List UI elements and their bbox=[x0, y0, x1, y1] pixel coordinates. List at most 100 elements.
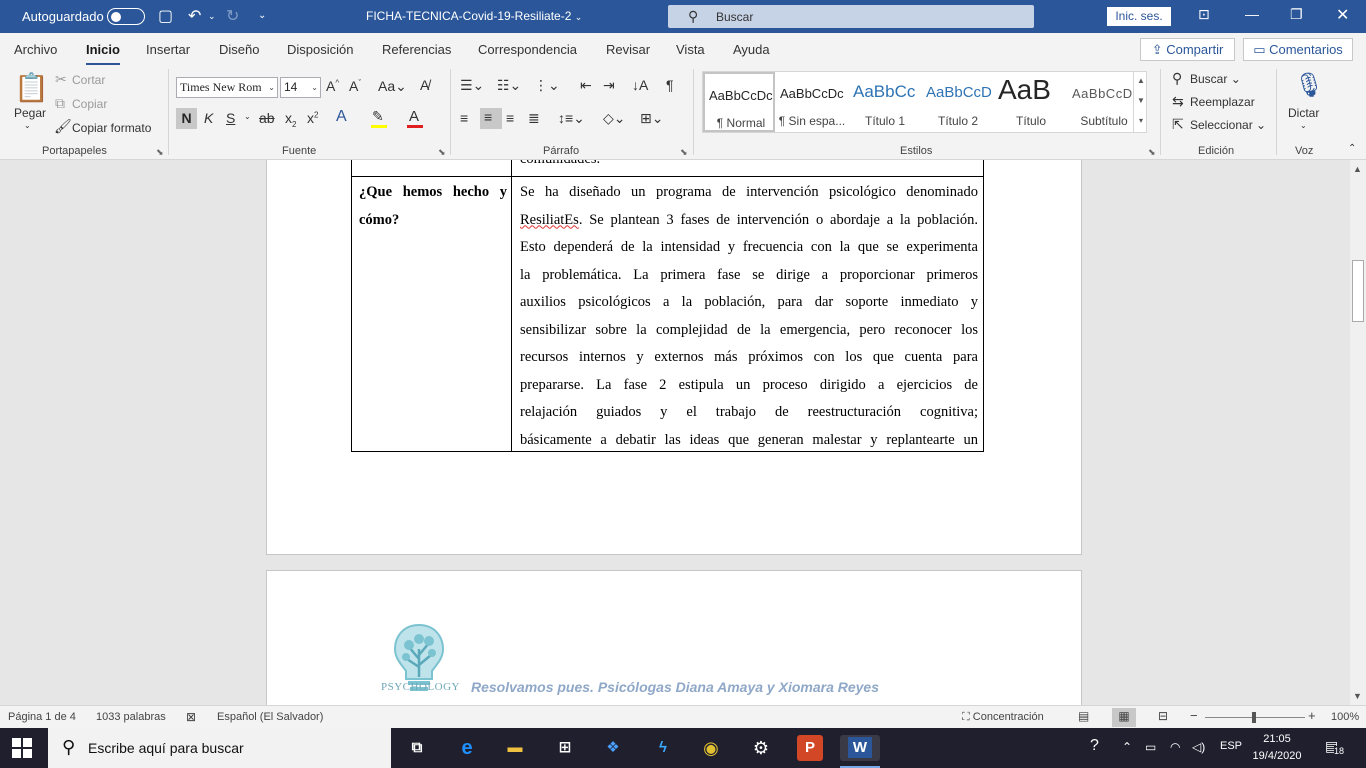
store-icon[interactable]: ⊞ bbox=[552, 735, 578, 761]
superscript-icon[interactable]: x2 bbox=[307, 110, 318, 126]
focus-mode-button[interactable]: ⛶ Concentración bbox=[962, 711, 1044, 724]
underline-icon[interactable]: S bbox=[226, 110, 235, 126]
clipboard-launcher-icon[interactable]: ⬊ bbox=[156, 147, 164, 158]
line-spacing-icon[interactable]: ↕≡⌄ bbox=[558, 110, 585, 127]
paste-dropdown-icon[interactable]: ⌄ bbox=[24, 121, 31, 130]
read-mode-icon[interactable]: ▤ bbox=[1078, 709, 1089, 723]
italic-icon[interactable]: K bbox=[204, 110, 213, 126]
chevron-up-icon[interactable]: ▲ bbox=[1134, 71, 1148, 91]
page-count[interactable]: Página 1 de 4 bbox=[8, 711, 76, 723]
bullets-icon[interactable]: ☰⌄ bbox=[460, 77, 484, 94]
change-case-icon[interactable]: Aa⌄ bbox=[378, 78, 407, 95]
question-cell[interactable]: ¿Que hemos hecho y cómo? bbox=[359, 179, 507, 234]
zoom-in-icon[interactable]: + bbox=[1308, 708, 1316, 723]
strikethrough-icon[interactable]: ab bbox=[259, 110, 275, 126]
settings-gear-icon[interactable]: ⚙ bbox=[748, 735, 774, 761]
word-icon[interactable]: W bbox=[840, 735, 880, 761]
scrollbar-thumb[interactable] bbox=[1352, 260, 1364, 322]
ribbon-display-icon[interactable]: ⊡ bbox=[1198, 6, 1210, 23]
undo-icon[interactable]: ↶ bbox=[188, 6, 201, 26]
web-layout-icon[interactable]: ⊟ bbox=[1158, 709, 1168, 723]
customize-toolbar-icon[interactable]: ⌄ bbox=[258, 10, 266, 21]
battery-icon[interactable]: ▭ bbox=[1145, 740, 1156, 754]
dropbox-icon[interactable]: ❖ bbox=[600, 735, 626, 761]
zoom-slider-thumb[interactable] bbox=[1252, 712, 1256, 723]
borders-icon[interactable]: ⊞⌄ bbox=[640, 110, 663, 127]
shrink-font-icon[interactable]: Aˇ bbox=[349, 78, 361, 94]
align-right-icon[interactable]: ≡ bbox=[506, 110, 514, 126]
comments-button[interactable]: ▭ Comentarios bbox=[1243, 38, 1353, 61]
multilevel-list-icon[interactable]: ⋮⌄ bbox=[534, 77, 560, 94]
zoom-level[interactable]: 100% bbox=[1331, 711, 1359, 723]
tab-archivo[interactable]: Archivo bbox=[14, 42, 57, 57]
bold-button[interactable]: N bbox=[176, 108, 197, 129]
show-formatting-icon[interactable]: ¶ bbox=[666, 77, 674, 93]
file-explorer-icon[interactable]: ▬ bbox=[502, 735, 528, 761]
style-no-spacing[interactable]: AaBbCcDc ¶ Sin espa... bbox=[776, 72, 848, 132]
replace-icon[interactable]: ⇆ bbox=[1172, 93, 1184, 110]
justify-icon[interactable]: ≣ bbox=[528, 110, 540, 127]
close-icon[interactable]: ✕ bbox=[1336, 5, 1349, 25]
task-view-icon[interactable]: ⧉ bbox=[404, 735, 430, 761]
zoom-out-icon[interactable]: − bbox=[1190, 708, 1198, 723]
shading-icon[interactable]: ◇⌄ bbox=[603, 110, 626, 127]
misspelled-word[interactable]: ResiliatEs bbox=[520, 212, 579, 228]
taskbar-clock[interactable]: 21:05 19/4/2020 bbox=[1252, 731, 1302, 765]
signin-button[interactable]: Inic. ses. bbox=[1107, 7, 1171, 26]
document-title[interactable]: FICHA-TECNICA-Covid-19-Resiliate-2 ⌄ bbox=[366, 9, 582, 23]
underline-dropdown-icon[interactable]: ⌄ bbox=[244, 112, 251, 121]
font-launcher-icon[interactable]: ⬊ bbox=[438, 147, 446, 158]
tab-revisar[interactable]: Revisar bbox=[606, 42, 650, 57]
decrease-indent-icon[interactable]: ⇤ bbox=[580, 77, 592, 94]
page-footer-text[interactable]: Resolvamos pues. Psicólogas Diana Amaya … bbox=[471, 679, 879, 695]
style-subtitle[interactable]: AaBbCcD Subtítulo bbox=[1068, 72, 1140, 132]
vertical-scrollbar[interactable]: ▲ ▼ bbox=[1350, 160, 1366, 705]
paragraph-launcher-icon[interactable]: ⬊ bbox=[680, 147, 688, 158]
styles-gallery-scroll[interactable]: ▲ ▼ ▾ bbox=[1133, 71, 1148, 133]
chrome-icon[interactable]: ◉ bbox=[698, 735, 724, 761]
taskbar-search[interactable]: ⚲ Escribe aquí para buscar bbox=[48, 728, 391, 768]
answer-cell[interactable]: Se ha diseñado un programa de intervenci… bbox=[520, 179, 978, 454]
microphone-icon[interactable]: 🎙 bbox=[1294, 71, 1324, 100]
styles-launcher-icon[interactable]: ⬊ bbox=[1148, 147, 1156, 158]
restore-icon[interactable]: ❐ bbox=[1290, 6, 1303, 23]
tab-insertar[interactable]: Insertar bbox=[146, 42, 190, 57]
highlight-icon[interactable]: ✎ bbox=[372, 108, 384, 125]
subscript-icon[interactable]: x2 bbox=[285, 110, 296, 129]
word-count[interactable]: 1033 palabras bbox=[96, 711, 166, 723]
numbering-icon[interactable]: ☷⌄ bbox=[497, 77, 521, 94]
replace-button[interactable]: Reemplazar bbox=[1190, 95, 1255, 109]
increase-indent-icon[interactable]: ⇥ bbox=[603, 77, 615, 94]
edge-icon[interactable]: e bbox=[454, 735, 480, 761]
proofing-icon[interactable]: ⊠ bbox=[186, 710, 196, 724]
format-painter-icon[interactable]: 🖌 bbox=[54, 118, 72, 135]
tab-inicio[interactable]: Inicio bbox=[86, 42, 120, 66]
paste-icon[interactable]: 📋 bbox=[14, 71, 49, 104]
autosave-toggle[interactable] bbox=[107, 8, 145, 25]
find-icon[interactable]: ⚲ bbox=[1172, 70, 1182, 87]
select-button[interactable]: Seleccionar ⌄ bbox=[1190, 118, 1266, 132]
grow-font-icon[interactable]: A^ bbox=[326, 78, 339, 94]
style-title[interactable]: AaB Título bbox=[995, 72, 1067, 132]
dictate-dropdown-icon[interactable]: ⌄ bbox=[1300, 121, 1307, 130]
powerpoint-icon[interactable]: P bbox=[797, 735, 823, 761]
font-color-icon[interactable]: A bbox=[409, 108, 419, 125]
print-layout-icon[interactable]: ▦ bbox=[1112, 708, 1136, 727]
find-button[interactable]: Buscar ⌄ bbox=[1190, 72, 1241, 86]
text-effects-icon[interactable]: A bbox=[336, 108, 347, 126]
font-family-select[interactable]: Times New Rom ⌄ bbox=[176, 77, 278, 98]
chevron-up-icon[interactable]: ⌃ bbox=[1122, 740, 1132, 754]
tab-ayuda[interactable]: Ayuda bbox=[733, 42, 770, 57]
chevron-down-icon[interactable]: ▼ bbox=[1134, 91, 1148, 111]
volume-icon[interactable]: ◁) bbox=[1192, 740, 1205, 754]
clear-format-icon[interactable]: A̸ bbox=[420, 77, 429, 93]
collapse-ribbon-icon[interactable]: ⌃ bbox=[1348, 143, 1356, 154]
scroll-down-icon[interactable]: ▼ bbox=[1353, 691, 1362, 701]
windows-start-icon[interactable] bbox=[12, 738, 32, 758]
scroll-up-icon[interactable]: ▲ bbox=[1353, 164, 1362, 174]
tab-disposicion[interactable]: Disposición bbox=[287, 42, 353, 57]
table-cell-text[interactable]: comunidades. bbox=[520, 160, 600, 168]
more-styles-icon[interactable]: ▾ bbox=[1134, 111, 1148, 131]
select-icon[interactable]: ⇱ bbox=[1172, 116, 1184, 133]
dictate-button[interactable]: Dictar bbox=[1288, 106, 1319, 120]
